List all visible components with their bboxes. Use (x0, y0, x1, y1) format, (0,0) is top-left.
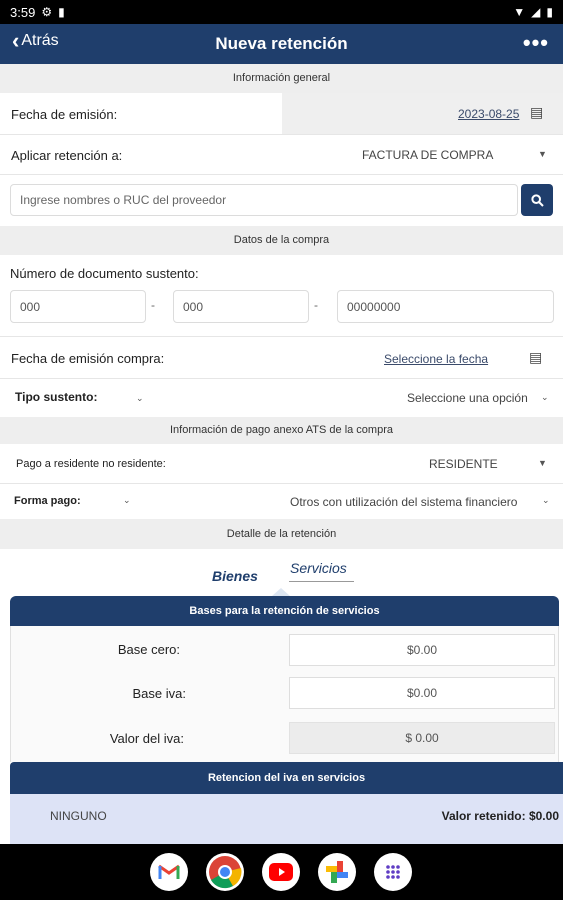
tab-pointer (272, 588, 290, 596)
fecha-compra-row: Fecha de emisión compra: Seleccione la f… (0, 337, 563, 379)
doc-punto-emision-input[interactable]: 000 (173, 290, 309, 323)
doc-separator-2: - (314, 298, 318, 312)
doc-separator-1: - (151, 298, 155, 312)
aplicar-retencion-value: FACTURA DE COMPRA (362, 148, 494, 162)
fecha-emision-row: Fecha de emisión: 2023-08-25 ▤ (0, 93, 563, 135)
base-iva-label: Base iva: (132, 686, 186, 701)
calendar-icon: ▤ (530, 104, 544, 120)
fecha-emision-label: Fecha de emisión: (11, 107, 118, 122)
dropdown-arrow-icon: ▼ (538, 149, 547, 159)
bases-card-header: Bases para la retención de servicios (10, 596, 559, 626)
tipo-sustento-select[interactable]: Seleccione una opción ⌄ (380, 379, 560, 417)
documento-sustento-label: Número de documento sustento: (10, 266, 199, 281)
chevron-down-icon: ⌄ (136, 393, 144, 403)
photos-glyph (326, 861, 348, 883)
section-informacion-pago: Información de pago anexo ATS de la comp… (0, 417, 563, 444)
tab-active-underline (289, 581, 354, 582)
status-time: 3:59 (10, 4, 36, 20)
sd-card-icon: ▮ (58, 5, 65, 19)
doc-secuencial-input[interactable]: 00000000 (337, 290, 554, 323)
retencion-option-label: NINGUNO (50, 809, 107, 823)
tipo-sustento-label: Tipo sustento: (15, 390, 98, 404)
chevron-left-icon: ‹ (12, 28, 20, 53)
chrome-glyph (209, 856, 242, 889)
battery-icon: ▮ (546, 5, 553, 19)
back-label: Atrás (21, 32, 59, 49)
more-options-icon[interactable]: ••• (523, 30, 549, 56)
settings-status-icon: ⚙ (41, 5, 53, 19)
search-icon (530, 193, 544, 207)
chevron-down-icon: ⌄ (541, 392, 549, 402)
tab-servicios[interactable]: Servicios (290, 560, 347, 576)
base-cero-label: Base cero: (117, 642, 180, 657)
forma-pago-label: Forma pago: (14, 495, 81, 507)
valor-iva-field: $ 0.00 (289, 722, 555, 754)
base-cero-input[interactable]: $0.00 (289, 634, 555, 666)
fecha-emision-value: 2023-08-25 (458, 107, 520, 121)
aplicar-retencion-row: Aplicar retención a: FACTURA DE COMPRA ▼ (0, 135, 563, 175)
forma-pago-row: Forma pago: ⌄ Otros con utilización del … (0, 484, 563, 519)
section-informacion-general: Información general (0, 64, 563, 93)
gmail-glyph (158, 864, 180, 879)
app-drawer-icon[interactable] (374, 853, 412, 891)
app-drawer-glyph (386, 865, 400, 879)
page-title: Nueva retención (215, 34, 348, 53)
fecha-compra-picker[interactable]: Seleccione la fecha (384, 352, 488, 366)
back-button[interactable]: ‹ Atrás (12, 28, 59, 53)
chevron-down-icon: ⌄ (542, 495, 550, 505)
valor-iva-label: Valor del iva: (109, 731, 184, 746)
fecha-emision-field[interactable]: 2023-08-25 ▤ (282, 93, 563, 134)
retencion-iva-header: Retencion del iva en servicios (10, 762, 563, 794)
pago-residente-value: RESIDENTE (429, 457, 498, 471)
search-button[interactable] (521, 184, 553, 216)
documento-sustento-row: Número de documento sustento: 000 - 000 … (0, 255, 563, 337)
aplicar-retencion-select[interactable]: FACTURA DE COMPRA ▼ (300, 135, 563, 174)
doc-establecimiento-value: 000 (20, 299, 41, 314)
chrome-icon[interactable] (206, 853, 244, 891)
tab-bienes[interactable]: Bienes (212, 568, 258, 584)
base-iva-input[interactable]: $0.00 (289, 677, 555, 709)
chevron-down-icon: ⌄ (123, 495, 131, 505)
section-detalle-retencion: Detalle de la retención (0, 519, 563, 549)
forma-pago-select[interactable]: Otros con utilización del sistema financ… (285, 484, 560, 519)
forma-pago-value: Otros con utilización del sistema financ… (290, 495, 518, 509)
wifi-icon: ▼ (513, 5, 526, 19)
dropdown-arrow-icon: ▼ (538, 458, 547, 468)
signal-icon: ◢ (531, 5, 541, 19)
retencion-option-row[interactable]: NINGUNO Valor retenido: $0.00 (10, 794, 563, 844)
pago-residente-row: Pago a residente no residente: RESIDENTE… (0, 444, 563, 484)
tipo-sustento-toggle[interactable]: Tipo sustento: ⌄ (10, 379, 150, 417)
calendar-icon[interactable]: ▤ (529, 349, 542, 366)
tipo-sustento-value: Seleccione una opción (407, 391, 528, 405)
section-datos-compra: Datos de la compra (0, 226, 563, 255)
proveedor-search-input[interactable]: Ingrese nombres o RUC del proveedor (10, 184, 518, 216)
valor-retenido: Valor retenido: $0.00 (441, 809, 559, 823)
doc-punto-emision-value: 000 (183, 299, 204, 314)
tipo-sustento-row: Tipo sustento: ⌄ Seleccione una opción ⌄ (0, 379, 563, 417)
proveedor-search-placeholder: Ingrese nombres o RUC del proveedor (20, 193, 227, 207)
system-nav-bar (0, 844, 563, 900)
pago-residente-label: Pago a residente no residente: (16, 458, 166, 470)
doc-secuencial-value: 00000000 (347, 299, 401, 314)
youtube-glyph (269, 863, 293, 881)
forma-pago-toggle[interactable]: Forma pago: ⌄ (10, 484, 140, 519)
status-bar: 3:59 ⚙ ▮ ▼ ◢ ▮ (0, 0, 563, 24)
aplicar-retencion-label: Aplicar retención a: (11, 148, 123, 163)
fecha-compra-label: Fecha de emisión compra: (11, 351, 165, 366)
gmail-icon[interactable] (150, 853, 188, 891)
proveedor-search-row: Ingrese nombres o RUC del proveedor (0, 175, 563, 226)
doc-establecimiento-input[interactable]: 000 (10, 290, 146, 323)
pago-residente-select[interactable]: RESIDENTE ▼ (410, 444, 563, 483)
youtube-icon[interactable] (262, 853, 300, 891)
app-bar: ‹ Atrás Nueva retención ••• (0, 24, 563, 64)
photos-icon[interactable] (318, 853, 356, 891)
